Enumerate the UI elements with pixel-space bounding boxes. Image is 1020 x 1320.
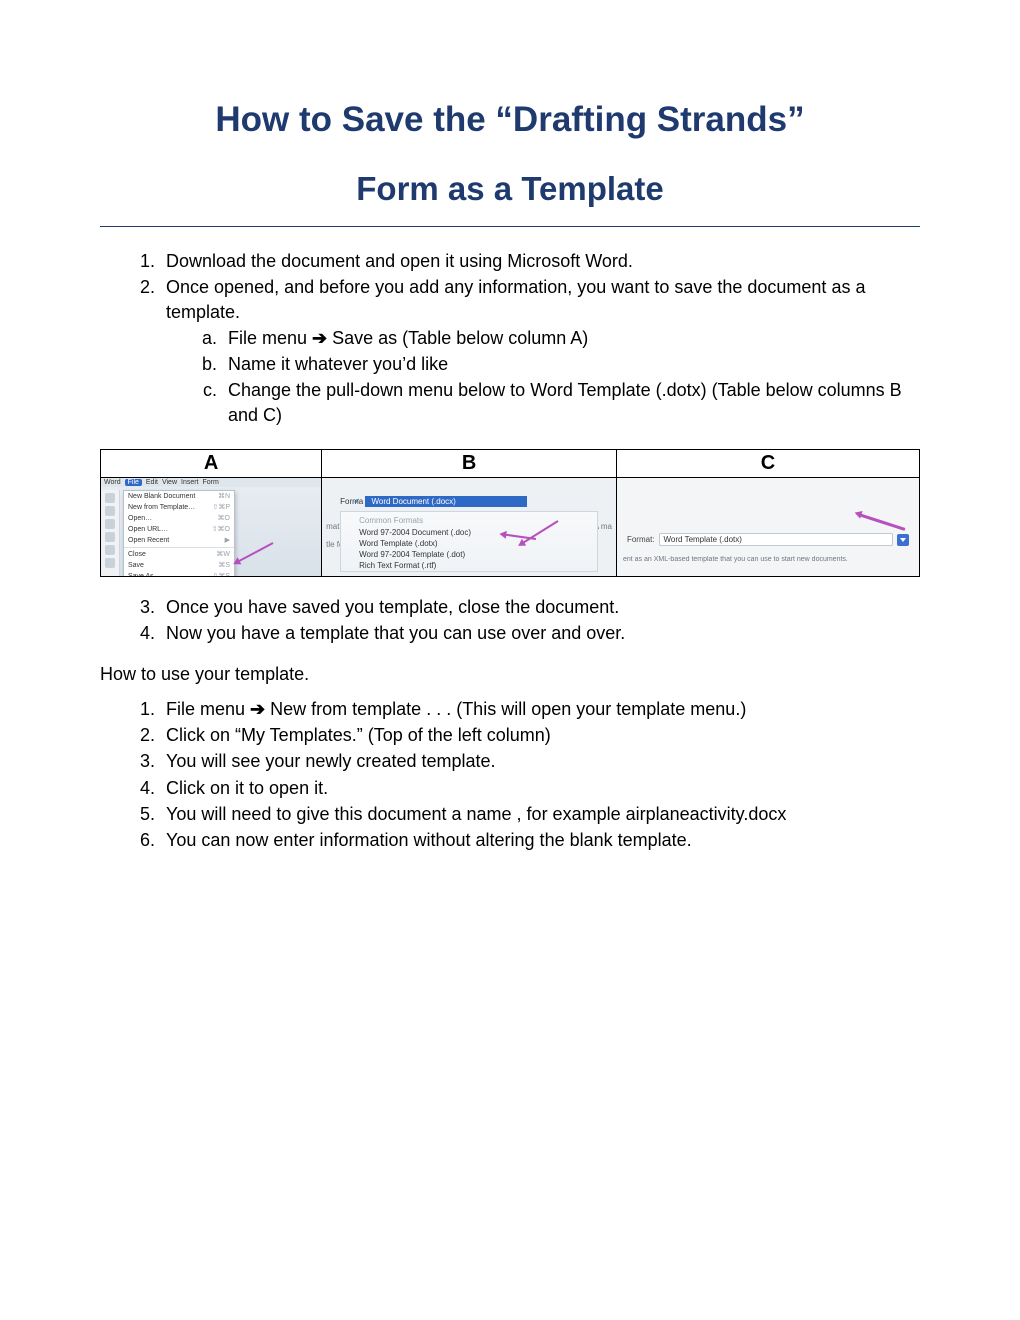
menu-item: Close ⌘W xyxy=(124,549,234,560)
menubar-file-selected: File xyxy=(125,479,142,486)
menu-item-label: New Blank Document xyxy=(128,491,195,502)
menu-item-shortcut: ⌘W xyxy=(216,549,230,560)
menu-item-label: Save xyxy=(128,560,144,571)
format-option: Word 97-2004 Document (.doc) xyxy=(359,527,597,538)
format-selected-option: Word Document (.docx) xyxy=(365,496,527,507)
format-field-label: Format: xyxy=(627,535,655,544)
substep-a-prefix: File menu xyxy=(228,328,312,348)
word-window-mock: Word File Edit View Insert Form xyxy=(101,478,321,576)
col-a-header: A xyxy=(101,450,322,478)
menu-item-save-as: Save As… ⇧⌘S xyxy=(124,571,234,577)
saveas-format-select-mock: Format: Word Template (.dotx) ent as an … xyxy=(617,478,919,576)
menu-item-shortcut: ⇧⌘O xyxy=(212,524,230,535)
menubar-edit: Edit xyxy=(146,479,158,486)
use-step-2: Click on “My Templates.” (Top of the lef… xyxy=(160,723,920,747)
step-1: Download the document and open it using … xyxy=(160,249,920,273)
menu-item-label: Open Recent xyxy=(128,535,169,546)
word-toolbar-mock xyxy=(101,490,120,576)
step-3: Once you have saved you template, close … xyxy=(160,595,920,619)
menubar-word: Word xyxy=(104,479,121,486)
menu-item: Open… ⌘O xyxy=(124,513,234,524)
menubar-insert: Insert xyxy=(181,479,199,486)
screenshot-table: A B C Word File Edit View Insert Form xyxy=(100,449,920,577)
menu-item-shortcut: ▶ xyxy=(225,535,230,546)
format-option: Rich Text Format (.rtf) xyxy=(359,560,597,571)
menu-item-shortcut: ⌘S xyxy=(218,560,230,571)
use-step-4: Click on it to open it. xyxy=(160,776,920,800)
menu-item-label: Close xyxy=(128,549,146,560)
use-step-1: File menu ➔ New from template . . . (Thi… xyxy=(160,697,920,721)
saveas-format-mock: mat tha tle form VBA ma Forma Word Docum… xyxy=(322,478,616,576)
step-4: Now you have a template that you can use… xyxy=(160,621,920,645)
col-b-cell: mat tha tle form VBA ma Forma Word Docum… xyxy=(322,478,617,577)
save-steps-list-cont: Once you have saved you template, close … xyxy=(100,595,920,646)
menu-item: New from Template… ⇧⌘P xyxy=(124,502,234,513)
use-step-6: You can now enter information without al… xyxy=(160,828,920,852)
step-2-substeps: File menu ➔ Save as (Table below column … xyxy=(166,326,920,427)
menubar-format: Form xyxy=(203,479,219,486)
annotation-arrow-icon xyxy=(237,542,273,563)
format-option-word-template: Word Template (.dotx) xyxy=(359,538,597,549)
menu-item-shortcut: ⇧⌘P xyxy=(212,502,230,513)
menu-item-shortcut: ⌘O xyxy=(218,513,230,524)
menu-item-label: New from Template… xyxy=(128,502,195,513)
menu-item: New Blank Document ⌘N xyxy=(124,491,234,502)
use-step-5: You will need to give this document a na… xyxy=(160,802,920,826)
substep-b: Name it whatever you’d like xyxy=(222,352,920,376)
page-title-line2: Form as a Template xyxy=(100,170,920,218)
menu-item-label: Open URL… xyxy=(128,524,168,535)
format-option: Word 97-2004 Template (.dot) xyxy=(359,549,597,560)
use-step-1-suffix: New from template . . . (This will open … xyxy=(265,699,746,719)
menu-item-shortcut: ⇧⌘S xyxy=(212,571,230,577)
format-group-header: Common Formats xyxy=(345,514,597,527)
document-page: How to Save the “Drafting Strands” Form … xyxy=(0,0,1020,1320)
dropdown-icon xyxy=(897,534,909,546)
menu-item: Open URL… ⇧⌘O xyxy=(124,524,234,535)
menu-separator xyxy=(124,547,234,548)
col-a-cell: Word File Edit View Insert Form xyxy=(101,478,322,577)
format-options-list: Common Formats Word 97-2004 Document (.d… xyxy=(340,511,598,572)
format-description-cut: ent as an XML-based template that you ca… xyxy=(623,556,913,563)
step-2-text: Once opened, and before you add any info… xyxy=(166,277,865,321)
arrow-icon: ➔ xyxy=(250,699,265,719)
file-dropdown-menu: New Blank Document ⌘N New from Template… ⇧… xyxy=(123,490,235,577)
toolbar-icon xyxy=(105,493,115,503)
save-steps-list: Download the document and open it using … xyxy=(100,249,920,427)
use-template-heading: How to use your template. xyxy=(100,664,920,685)
toolbar-icon xyxy=(105,545,115,555)
col-b-header: B xyxy=(322,450,617,478)
menubar-view: View xyxy=(162,479,177,486)
col-c-header: C xyxy=(616,450,919,478)
menu-item: Save ⌘S xyxy=(124,560,234,571)
use-steps-list: File menu ➔ New from template . . . (Thi… xyxy=(100,697,920,853)
word-menubar: Word File Edit View Insert Form xyxy=(101,478,321,487)
annotation-arrow-icon xyxy=(859,513,905,530)
title-divider xyxy=(100,226,920,227)
substep-a: File menu ➔ Save as (Table below column … xyxy=(222,326,920,350)
menu-item: Open Recent ▶ xyxy=(124,535,234,546)
arrow-icon: ➔ xyxy=(312,328,327,348)
toolbar-icon xyxy=(105,506,115,516)
menu-item-label: Save As… xyxy=(128,571,161,577)
substep-a-suffix: Save as (Table below column A) xyxy=(327,328,588,348)
page-title-line1: How to Save the “Drafting Strands” xyxy=(100,100,920,140)
use-step-1-prefix: File menu xyxy=(166,699,250,719)
substep-c: Change the pull-down menu below to Word … xyxy=(222,378,920,427)
menu-item-shortcut: ⌘N xyxy=(218,491,230,502)
step-2: Once opened, and before you add any info… xyxy=(160,275,920,427)
toolbar-icon xyxy=(105,519,115,529)
toolbar-icon xyxy=(105,532,115,542)
format-field-value: Word Template (.dotx) xyxy=(659,533,893,546)
menu-item-label: Open… xyxy=(128,513,152,524)
toolbar-icon xyxy=(105,558,115,568)
col-c-cell: Format: Word Template (.dotx) ent as an … xyxy=(616,478,919,577)
use-step-3: You will see your newly created template… xyxy=(160,749,920,773)
